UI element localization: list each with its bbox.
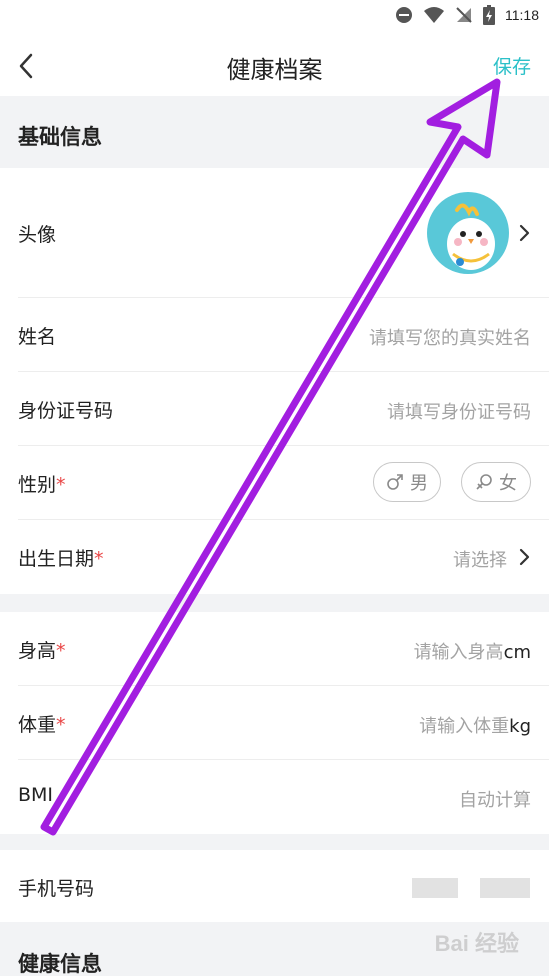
male-label: 男 (410, 473, 428, 494)
weight-input[interactable]: 请输入体重kg (419, 712, 531, 738)
id-number-input[interactable]: 请填写身份证号码 (387, 398, 531, 424)
name-row[interactable]: 姓名 请填写您的真实姓名 (0, 298, 549, 372)
height-row[interactable]: 身高* 请输入身高cm (0, 612, 549, 686)
page-title: 健康档案 (226, 56, 323, 84)
phone-label: 手机号码 (18, 878, 95, 900)
avatar-row[interactable]: 头像 (0, 168, 549, 298)
male-option[interactable]: 男 (373, 462, 441, 502)
required-mark: * (56, 640, 66, 662)
basic-info-section-header: 基础信息 (0, 96, 549, 168)
phone-row[interactable]: 手机号码 (0, 850, 549, 922)
height-unit: cm (503, 642, 531, 663)
gender-row: 性别* 男 女 (0, 446, 549, 520)
status-bar: 11:18 (0, 0, 549, 34)
phone-number-redacted (412, 878, 458, 898)
battery-icon (483, 5, 495, 25)
basic-info-title: 基础信息 (18, 125, 102, 149)
no-signal-icon (456, 7, 472, 23)
gender-label: 性别* (18, 474, 66, 496)
health-info-title: 健康信息 (18, 952, 102, 976)
birth-date-label: 出生日期* (18, 548, 104, 570)
birth-date-row[interactable]: 出生日期* 请选择 (0, 520, 549, 594)
section-gap (0, 834, 549, 850)
male-symbol-icon (387, 474, 403, 490)
navigation-bar: 健康档案 保存 (0, 34, 549, 96)
watermark: Bai 经验 (434, 931, 519, 956)
weight-unit: kg (509, 716, 531, 737)
bmi-row: BMI 自动计算 (0, 760, 549, 834)
bmi-value: 自动计算 (459, 790, 531, 811)
height-input[interactable]: 请输入身高cm (414, 638, 531, 664)
avatar-label: 头像 (18, 224, 57, 246)
chevron-right-icon (519, 548, 530, 566)
wifi-icon (424, 7, 444, 23)
female-symbol-icon (476, 474, 492, 490)
weight-label: 体重* (18, 714, 66, 736)
save-button[interactable]: 保存 (493, 52, 531, 79)
female-option[interactable]: 女 (461, 462, 531, 502)
status-time: 11:18 (505, 7, 539, 23)
name-label: 姓名 (18, 326, 57, 348)
required-mark: * (56, 474, 66, 496)
name-input[interactable]: 请填写您的真实姓名 (369, 324, 531, 350)
weight-row[interactable]: 体重* 请输入体重kg (0, 686, 549, 760)
bird-mascot-icon (447, 203, 495, 270)
required-mark: * (56, 714, 66, 736)
dnd-icon (396, 7, 412, 23)
section-gap (0, 594, 549, 612)
birth-date-select[interactable]: 请选择 (453, 546, 507, 572)
phone-number-redacted (480, 878, 530, 898)
bmi-label: BMI (18, 784, 54, 806)
height-label: 身高* (18, 640, 66, 662)
chevron-right-icon (519, 224, 530, 242)
female-label: 女 (499, 473, 517, 494)
avatar[interactable] (427, 192, 509, 274)
id-number-label: 身份证号码 (18, 400, 114, 422)
id-number-row[interactable]: 身份证号码 请填写身份证号码 (0, 372, 549, 446)
required-mark: * (94, 548, 104, 570)
